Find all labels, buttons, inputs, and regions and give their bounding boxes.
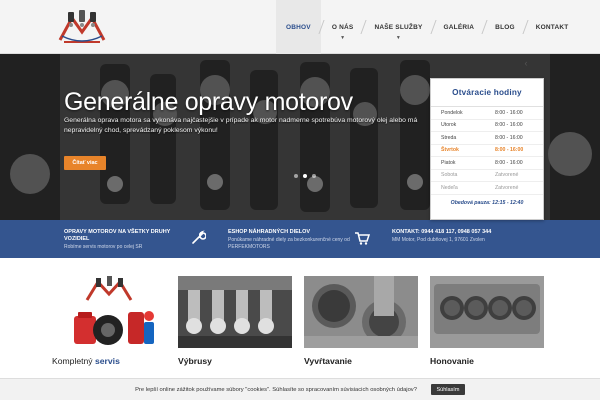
opening-hours-title: Otváracie hodiny [431, 79, 543, 107]
hero-title: Generálne opravy motorov [64, 88, 353, 116]
cookie-accept-button[interactable]: Súhlasím [430, 384, 465, 395]
service-label: Výbrusy [178, 356, 212, 366]
engine-pistons-logo-icon [58, 10, 106, 43]
nav-item-label: Naše služby [374, 23, 423, 31]
page: Obhov O nás ▼ Naše služby ▼ Galéria Blog K… [0, 0, 600, 400]
service-label: Kompletný servis [52, 356, 166, 366]
hours-time: 8:00 - 16:00 [495, 122, 523, 129]
hours-time: 8:00 - 16:00 [495, 134, 523, 141]
hours-time: 8:00 - 16:00 [495, 159, 523, 166]
service-complete[interactable]: Kompletný servis [52, 276, 166, 366]
hours-row-today: Štvrtok 8:00 - 16:00 [431, 145, 543, 157]
hours-row: Pondelok 8:00 - 16:00 [431, 107, 543, 120]
info-title: Kontakt: 0944 418 117, 0948 057 344 [392, 229, 492, 235]
nav-item-contact[interactable]: Kontakt [526, 0, 579, 54]
nav-item-label: Galéria [443, 23, 475, 31]
info-repairs: Opravy motorov na všetky druhy vozidiel … [64, 229, 194, 267]
cookie-consent-bar: Pre lepší online zážitok používame súbor… [0, 378, 600, 400]
site-header: Obhov O nás ▼ Naše služby ▼ Galéria Blog K… [0, 0, 600, 54]
wrench-icon [192, 230, 206, 244]
service-label-plain: Kompletný [52, 356, 93, 366]
engine-block-photo [430, 276, 544, 348]
nav-item-label: O nás [331, 23, 354, 31]
info-text: MM Motor, Pod dubňovej 1, 97601 Zvolen [392, 237, 485, 243]
tools-logo-icon [74, 276, 154, 345]
crankshaft-image [178, 276, 292, 348]
info-title: Eshop náhradných dielov [228, 229, 311, 235]
hours-time: 8:00 - 16:00 [495, 109, 523, 116]
cookie-text: Pre lepší online zážitok používame súbor… [135, 386, 417, 393]
nav-item-gallery[interactable]: Galéria [434, 0, 485, 54]
info-title: Opravy motorov na všetky druhy vozidiel [64, 229, 171, 242]
hours-time: Zatvorené [495, 172, 519, 179]
hours-row-closed: Nedeľa Zatvorené [431, 182, 543, 195]
cylinder-boring-photo [304, 276, 418, 348]
nav-item-blog[interactable]: Blog [485, 0, 525, 54]
hours-time: 8:00 - 16:00 [495, 147, 524, 154]
slider-dot[interactable] [312, 174, 316, 178]
hours-row: Utorok 8:00 - 16:00 [431, 120, 543, 132]
hours-row: Piatok 8:00 - 16:00 [431, 157, 543, 170]
hours-day: Utorok [441, 122, 457, 129]
lunch-break-note: Obedová pauza: 12:15 - 12:40 [450, 199, 524, 206]
hours-row: Streda 8:00 - 16:00 [431, 132, 543, 145]
hours-day: Pondelok [441, 109, 463, 116]
service-label: Honovanie [430, 356, 474, 366]
slider-pagination [294, 174, 316, 178]
info-contact: Kontakt: 0944 418 117, 0948 057 344 MM M… [392, 229, 552, 267]
hours-row-closed: Sobota Zatvorené [431, 170, 543, 182]
service-label-bold: servis [95, 356, 120, 366]
slider-dot-active[interactable] [303, 174, 307, 178]
info-text: Robíme servis motorov po celej SR [64, 244, 143, 250]
engine-block-image [430, 276, 544, 348]
service-honing[interactable]: Honovanie [430, 276, 544, 366]
info-text: Ponúkame náhradné diely za bezkonkurenčn… [228, 237, 350, 250]
hours-time: Zatvorené [495, 184, 519, 191]
nav-item-services[interactable]: Naše služby ▼ [364, 0, 432, 54]
nav-item-about[interactable]: O nás ▼ [322, 0, 364, 54]
scroll-arrow-icon[interactable]: ‹ [516, 56, 536, 70]
hours-day: Piatok [441, 159, 456, 166]
hero-text: Generálna oprava motora sa vykonáva najč… [64, 117, 418, 134]
nav-item-label: Obhov [286, 23, 311, 31]
hours-day: Sobota [441, 172, 458, 179]
service-label: Vyvŕtavanie [304, 356, 352, 366]
opening-hours-panel: Otváracie hodiny Pondelok 8:00 - 16:00 Ut… [430, 78, 544, 220]
slider-dot[interactable] [294, 174, 298, 178]
cart-icon [355, 232, 370, 245]
info-bar: Opravy motorov na všetky druhy vozidiel … [0, 220, 600, 258]
hours-day: Štvrtok [441, 147, 459, 154]
info-eshop[interactable]: Eshop náhradných dielov Ponúkame náhradn… [228, 229, 353, 267]
service-grinding[interactable]: Výbrusy [178, 276, 292, 366]
main-nav: Obhov O nás ▼ Naše služby ▼ Galéria Blog K… [276, 0, 578, 54]
read-more-button[interactable]: Čítať viac [64, 156, 106, 170]
nav-item-label: Kontakt [535, 23, 569, 31]
nav-item-label: Blog [495, 23, 515, 31]
hours-day: Streda [441, 134, 457, 141]
service-boring[interactable]: Vyvŕtavanie [304, 276, 418, 366]
site-logo[interactable] [52, 8, 112, 48]
nav-item-home[interactable]: Obhov [276, 0, 321, 54]
chevron-down-icon: ▼ [395, 35, 402, 41]
crankshaft-photo [178, 276, 292, 348]
cylinder-boring-image [304, 276, 418, 348]
hours-day: Nedeľa [441, 184, 458, 191]
service-logo-image [52, 276, 166, 348]
chevron-down-icon: ▼ [340, 35, 346, 41]
